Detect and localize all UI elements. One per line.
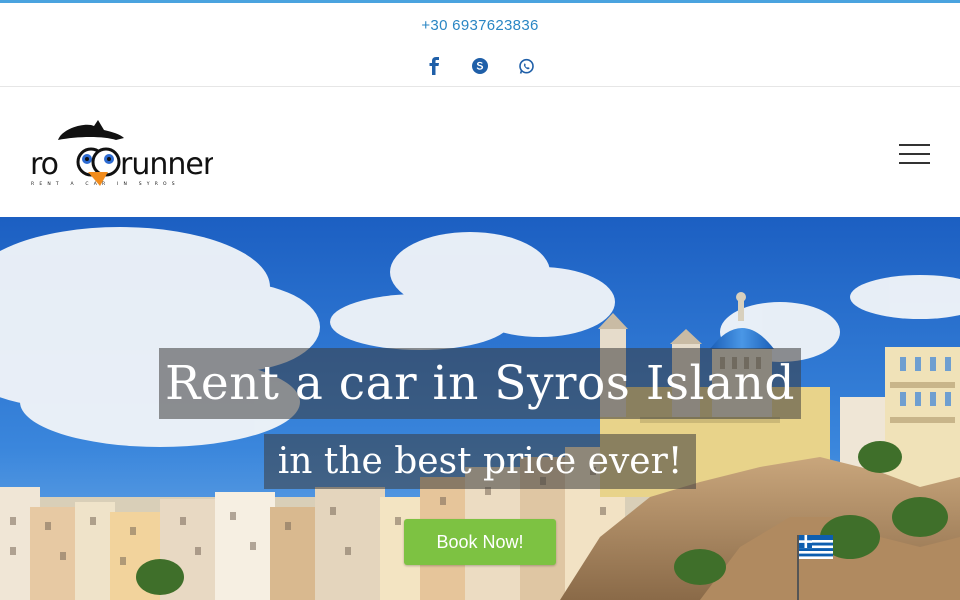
- hero-headline: Rent a car in Syros Island: [159, 348, 801, 419]
- site-header: ro runner RENT A CAR IN SYROS: [0, 88, 960, 217]
- roadrunner-logo[interactable]: ro runner RENT A CAR IN SYROS: [28, 118, 217, 188]
- facebook-icon[interactable]: [423, 55, 445, 77]
- top-contact-bar: +30 6937623836: [0, 3, 960, 87]
- hero-banner: Rent a car in Syros Island in the best p…: [0, 217, 960, 600]
- skype-icon[interactable]: [469, 55, 491, 77]
- logo-tagline: RENT A CAR IN SYROS: [31, 181, 180, 187]
- svg-text:ro: ro: [30, 147, 58, 182]
- phone-number-link[interactable]: +30 6937623836: [0, 17, 960, 34]
- hamburger-icon[interactable]: [899, 144, 931, 164]
- svg-text:runner: runner: [120, 147, 213, 182]
- whatsapp-icon[interactable]: [515, 55, 537, 77]
- social-links: [0, 55, 960, 77]
- hero-subheadline: in the best price ever!: [264, 434, 696, 489]
- book-now-button[interactable]: Book Now!: [404, 519, 556, 565]
